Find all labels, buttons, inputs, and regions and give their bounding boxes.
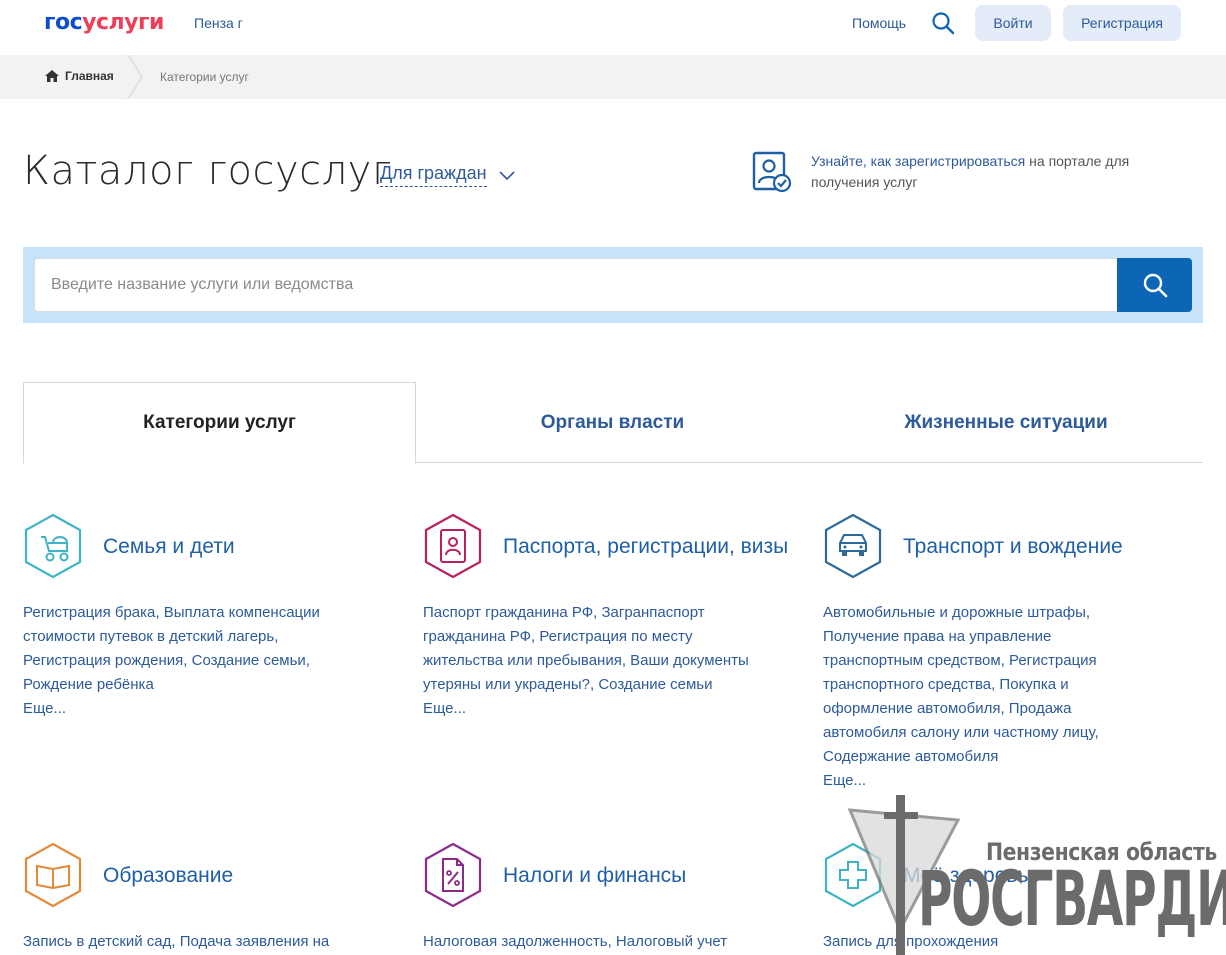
chevron-down-icon[interactable]	[498, 168, 516, 182]
help-link[interactable]: Помощь	[852, 15, 906, 31]
category-links: Регистрация брака, Выплата компенсации с…	[23, 601, 363, 721]
breadcrumb: Главная Категории услуг	[0, 55, 1226, 99]
login-button[interactable]: Войти	[975, 5, 1051, 41]
search-icon	[1143, 273, 1167, 298]
watermark-title: РОСГВАРДИЯ	[918, 854, 1226, 943]
search-button[interactable]	[1117, 258, 1192, 312]
breadcrumb-home-label: Главная	[65, 69, 114, 83]
breadcrumb-home[interactable]: Главная	[45, 69, 114, 83]
breadcrumb-current: Категории услуг	[160, 70, 249, 84]
search-panel	[23, 247, 1203, 323]
category-title[interactable]: Семья и дети	[103, 513, 403, 579]
more-link[interactable]: Еще...	[423, 697, 763, 721]
stroller-icon[interactable]	[23, 513, 83, 579]
category-services[interactable]: Налоговая задолженность, Налоговый учет	[423, 930, 763, 954]
category-title[interactable]: Налоги и финансы	[503, 842, 803, 908]
category-links: Паспорт гражданина РФ, Загранпаспорт гра…	[423, 601, 763, 721]
registration-info: Узнайте, как зарегистрироваться на порта…	[811, 151, 1171, 193]
book-icon[interactable]	[23, 842, 83, 908]
service-search-input[interactable]	[34, 258, 1118, 312]
category-title[interactable]: Паспорта, регистрации, визы	[503, 513, 803, 579]
category-services[interactable]: Автомобильные и дорожные штрафы, Получен…	[823, 601, 1123, 769]
home-icon	[45, 70, 59, 82]
category-links: Налоговая задолженность, Налоговый учет	[423, 930, 763, 954]
page-title: Каталог госуслуг	[23, 148, 392, 194]
audience-selector[interactable]: Для граждан	[380, 163, 487, 187]
car-icon[interactable]	[823, 513, 883, 579]
tab-life-situations[interactable]: Жизненные ситуации	[809, 382, 1203, 463]
category-links: Запись в детский сад, Подача заявления н…	[23, 930, 363, 954]
tab-authorities[interactable]: Органы власти	[416, 382, 809, 463]
region-selector[interactable]: Пенза г	[194, 15, 243, 31]
passport-icon[interactable]	[423, 513, 483, 579]
tax-document-icon[interactable]	[423, 842, 483, 908]
breadcrumb-separator	[127, 55, 143, 99]
more-link[interactable]: Еще...	[23, 697, 363, 721]
search-icon[interactable]	[930, 10, 956, 36]
register-button[interactable]: Регистрация	[1063, 5, 1181, 41]
category-title[interactable]: Транспорт и вождение	[903, 513, 1203, 579]
category-title[interactable]: Образование	[103, 842, 403, 908]
tab-categories[interactable]: Категории услуг	[23, 382, 416, 464]
catalog-tabs: Категории услуг Органы власти Жизненные …	[23, 382, 1203, 464]
registration-link[interactable]: Узнайте, как зарегистрироваться	[811, 153, 1025, 169]
top-header: госуслуги Пенза г Помощь Войти Регистрац…	[0, 0, 1226, 56]
category-services[interactable]: Регистрация брака, Выплата компенсации с…	[23, 601, 363, 697]
user-registration-icon	[752, 151, 792, 193]
category-links: Автомобильные и дорожные штрафы, Получен…	[823, 601, 1123, 793]
gosuslugi-logo[interactable]: госуслуги	[44, 10, 164, 35]
category-services[interactable]: Запись в детский сад, Подача заявления н…	[23, 930, 363, 954]
rosgvardia-watermark: Пензенская область РОСГВАРДИЯ	[840, 790, 1226, 955]
category-services[interactable]: Паспорт гражданина РФ, Загранпаспорт гра…	[423, 601, 763, 697]
